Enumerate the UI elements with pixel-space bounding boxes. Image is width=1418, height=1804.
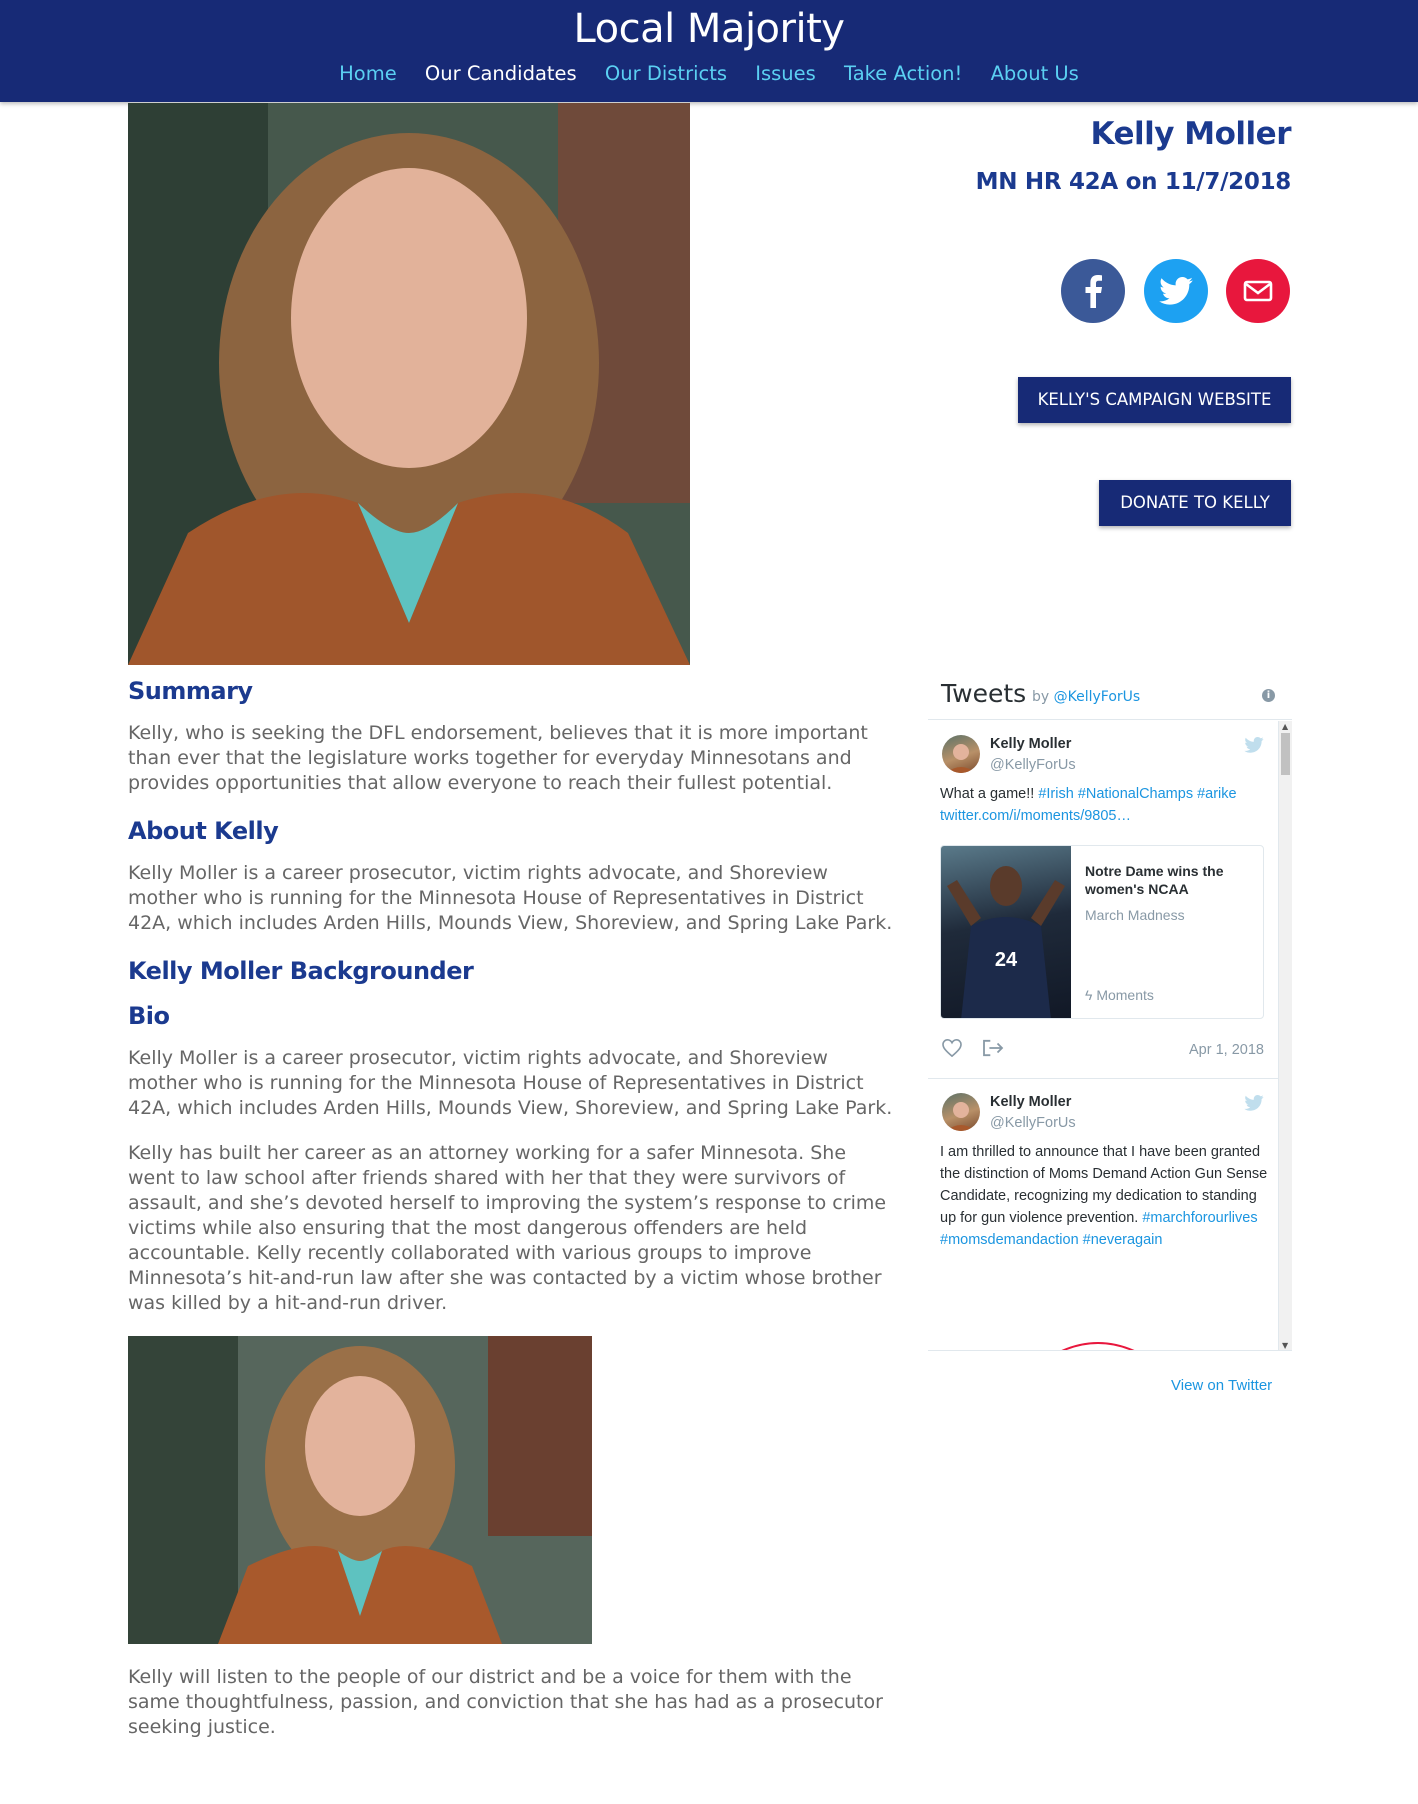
closing-text: Kelly will listen to the people of our d… <box>128 1666 883 1738</box>
candidate-race: MN HR 42A on 11/7/2018 <box>975 169 1292 195</box>
campaign-website-button[interactable]: KELLY'S CAMPAIGN WEBSITE <box>1018 377 1291 423</box>
card-image: 24 <box>941 846 1071 1018</box>
summary-heading: Summary <box>128 677 253 705</box>
facebook-icon <box>1085 275 1102 308</box>
twitter-icon <box>1159 277 1193 305</box>
scroll-down-arrow-icon[interactable]: ▼ <box>1282 1341 1288 1350</box>
donate-button[interactable]: DONATE TO KELLY <box>1099 480 1291 526</box>
email-share-button[interactable] <box>1226 259 1290 323</box>
twitter-title: Tweets <box>941 679 1027 708</box>
twitter-by-label: by <box>1032 689 1050 705</box>
twitter-by-line: by @KellyForUs <box>1032 689 1140 705</box>
about-text: Kelly Moller is a career prosecutor, vic… <box>128 862 893 934</box>
twitter-share-button[interactable] <box>1144 259 1208 323</box>
tweet-divider <box>928 1078 1278 1079</box>
view-on-twitter-link[interactable]: View on Twitter <box>1171 1377 1272 1394</box>
card-title: Notre Dame wins the women's NCAA <box>1085 863 1224 897</box>
bio-text-1: Kelly Moller is a career prosecutor, vic… <box>128 1047 893 1119</box>
tweet-text: I am thrilled to announce that I have be… <box>940 1141 1270 1251</box>
candidate-photo <box>128 103 690 665</box>
avatar[interactable] <box>942 1093 980 1131</box>
facebook-share-button[interactable] <box>1061 259 1125 323</box>
main-nav: Home Our Candidates Our Districts Issues… <box>0 62 1418 85</box>
site-brand[interactable]: Local Majority <box>0 6 1418 52</box>
about-heading: About Kelly <box>128 817 279 845</box>
nav-about-us[interactable]: About Us <box>991 62 1079 85</box>
tweet-author-handle[interactable]: @KellyForUs <box>990 757 1076 773</box>
bio-text-2: Kelly has built her career as an attorne… <box>128 1142 887 1314</box>
nav-issues[interactable]: Issues <box>755 62 816 85</box>
backgrounder-heading: Kelly Moller Backgrounder <box>128 957 474 985</box>
card-subtitle: March Madness <box>1085 907 1185 923</box>
twitter-timeline-header: Tweets by @KellyForUs i <box>928 676 1292 720</box>
share-icon[interactable] <box>982 1039 1004 1057</box>
info-icon[interactable]: i <box>1262 689 1275 702</box>
candidate-name: Kelly Moller <box>1090 116 1292 152</box>
card-footer-label: Moments <box>1096 987 1154 1003</box>
tweet-card[interactable]: 24 Notre Dame wins the women's NCAA Marc… <box>940 845 1264 1019</box>
nav-take-action[interactable]: Take Action! <box>844 62 962 85</box>
tweet-image-preview <box>1061 1342 1135 1350</box>
tweet-url[interactable]: twitter.com/i/moments/9805… <box>940 808 1131 824</box>
tweet-list[interactable]: Kelly Moller @KellyForUs What a game!! #… <box>928 721 1292 1351</box>
avatar[interactable] <box>942 735 980 773</box>
tweet-text-plain: What a game!! <box>940 786 1035 802</box>
scroll-thumb[interactable] <box>1281 733 1290 775</box>
tweet-actions <box>942 1038 1004 1060</box>
card-footer: ϟ Moments <box>1085 987 1154 1003</box>
tweet-list-scrollbar[interactable]: ▲ ▼ <box>1278 721 1292 1350</box>
tweet-text: What a game!! #Irish #NationalChamps #ar… <box>940 783 1270 827</box>
twitter-timeline: Tweets by @KellyForUs i Kelly Moller @Ke… <box>928 676 1292 1356</box>
summary-text: Kelly, who is seeking the DFL endorsemen… <box>128 722 868 794</box>
twitter-bird-icon[interactable] <box>1244 1095 1264 1116</box>
tweet-hashtags[interactable]: #Irish #NationalChamps #arike <box>1038 786 1236 802</box>
candidate-photo-secondary <box>128 1336 592 1644</box>
tweet-author-name[interactable]: Kelly Moller <box>990 1094 1071 1110</box>
bio-heading: Bio <box>128 1002 170 1030</box>
email-icon <box>1243 280 1273 302</box>
scroll-up-arrow-icon[interactable]: ▲ <box>1282 722 1288 731</box>
svg-text:24: 24 <box>995 949 1018 971</box>
twitter-handle-link[interactable]: @KellyForUs <box>1054 689 1141 705</box>
twitter-bird-icon[interactable] <box>1244 737 1264 758</box>
nav-our-candidates[interactable]: Our Candidates <box>425 62 577 85</box>
tweet-author-name[interactable]: Kelly Moller <box>990 736 1071 752</box>
heart-icon[interactable] <box>942 1038 962 1058</box>
nav-home[interactable]: Home <box>339 62 397 85</box>
nav-our-districts[interactable]: Our Districts <box>605 62 727 85</box>
site-header: Local Majority Home Our Candidates Our D… <box>0 0 1418 102</box>
tweet-author-handle[interactable]: @KellyForUs <box>990 1115 1076 1131</box>
lightning-icon: ϟ <box>1085 987 1093 1003</box>
tweet-date[interactable]: Apr 1, 2018 <box>1189 1042 1264 1058</box>
